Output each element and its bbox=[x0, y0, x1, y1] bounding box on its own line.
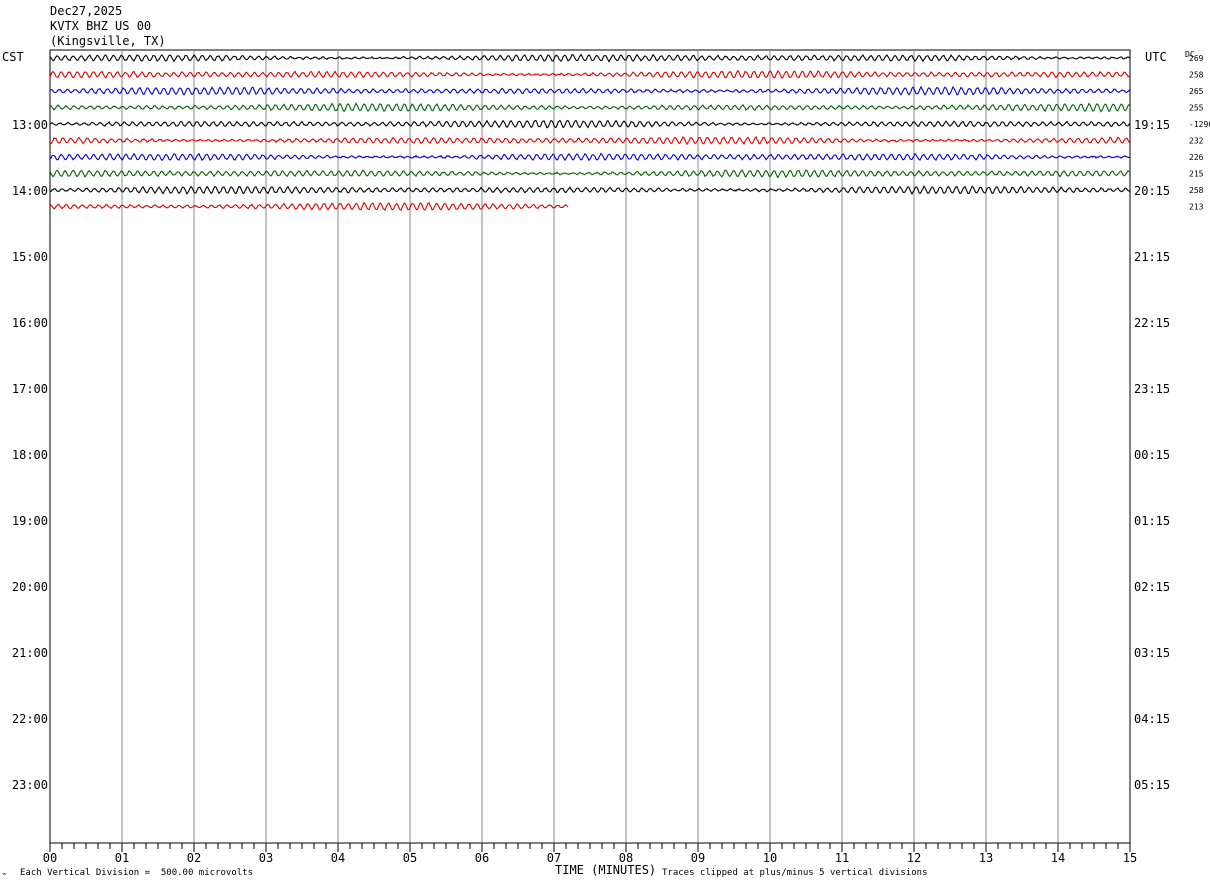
x-tick-label: 00 bbox=[43, 851, 57, 865]
trace-dc-offset: 215 bbox=[1189, 170, 1204, 179]
trace-dc-offset: -1296 bbox=[1189, 120, 1210, 129]
right-hour-label: 03:15 bbox=[1134, 646, 1170, 660]
x-tick-label: 14 bbox=[1051, 851, 1065, 865]
trace-line bbox=[49, 135, 1131, 146]
left-hour-label: 16:00 bbox=[12, 316, 48, 330]
trace-dc-offset: 226 bbox=[1189, 153, 1204, 162]
right-hour-label: 04:15 bbox=[1134, 712, 1170, 726]
trace-dc-offset: 255 bbox=[1189, 104, 1204, 113]
trace-line bbox=[50, 102, 1131, 113]
x-tick-label: 15 bbox=[1123, 851, 1137, 865]
x-tick-label: 04 bbox=[331, 851, 345, 865]
scale-note: Each Vertical Division = 500.00 microvol… bbox=[20, 868, 253, 878]
right-hour-label: 21:15 bbox=[1134, 250, 1170, 264]
left-hour-label: 14:00 bbox=[12, 184, 48, 198]
x-tick-label: 12 bbox=[907, 851, 921, 865]
trace-dc-offset: 232 bbox=[1189, 137, 1204, 146]
right-hour-label: 01:15 bbox=[1134, 514, 1170, 528]
x-tick-label: 03 bbox=[259, 851, 273, 865]
right-hour-label: 02:15 bbox=[1134, 580, 1170, 594]
trace-line bbox=[49, 119, 1131, 129]
trace-line bbox=[49, 152, 1131, 162]
left-hour-label: 23:00 bbox=[12, 778, 48, 792]
left-hour-label: 18:00 bbox=[12, 448, 48, 462]
trace-dc-offset: 213 bbox=[1189, 203, 1204, 212]
x-tick-label: 05 bbox=[403, 851, 417, 865]
x-tick-label: 01 bbox=[115, 851, 129, 865]
right-hour-label: 20:15 bbox=[1134, 184, 1170, 198]
right-hour-label: 22:15 bbox=[1134, 316, 1170, 330]
trace-line bbox=[49, 169, 1131, 179]
trace-line bbox=[49, 85, 1131, 96]
x-tick-label: 11 bbox=[835, 851, 849, 865]
x-tick-label: 13 bbox=[979, 851, 993, 865]
x-tick-label: 06 bbox=[475, 851, 489, 865]
left-hour-label: 13:00 bbox=[12, 118, 48, 132]
trace-dc-offset: 265 bbox=[1189, 87, 1204, 96]
trace-line bbox=[49, 53, 1131, 63]
right-hour-label: 19:15 bbox=[1134, 118, 1170, 132]
trace-dc-offset: 258 bbox=[1189, 71, 1204, 80]
logo-mark: ⌁ bbox=[2, 870, 7, 878]
x-tick-label: 10 bbox=[763, 851, 777, 865]
clip-note: Traces clipped at plus/minus 5 vertical … bbox=[662, 868, 928, 878]
seismogram-plot: 00 01 02 03 04 05 06 07 08 09 10 11 12 13 14 1513:0014:… bbox=[12, 49, 1210, 865]
left-hour-label: 19:00 bbox=[12, 514, 48, 528]
left-hour-label: 15:00 bbox=[12, 250, 48, 264]
left-hour-label: 20:00 bbox=[12, 580, 48, 594]
left-hour-label: 17:00 bbox=[12, 382, 48, 396]
trace-dc-offset: 269 bbox=[1189, 54, 1204, 63]
right-hour-label: 05:15 bbox=[1134, 778, 1170, 792]
x-tick-label: 09 bbox=[691, 851, 705, 865]
trace-line bbox=[49, 69, 1131, 79]
x-tick-label: 02 bbox=[187, 851, 201, 865]
plot-frame bbox=[49, 49, 1131, 844]
right-hour-label: 00:15 bbox=[1134, 448, 1170, 462]
left-hour-label: 22:00 bbox=[12, 712, 48, 726]
left-hour-label: 21:00 bbox=[12, 646, 48, 660]
trace-dc-offset: 258 bbox=[1189, 186, 1204, 195]
trace-line bbox=[49, 185, 1131, 196]
x-axis-label: TIME (MINUTES) bbox=[555, 863, 657, 877]
right-hour-label: 23:15 bbox=[1134, 382, 1170, 396]
trace-line bbox=[49, 201, 569, 212]
